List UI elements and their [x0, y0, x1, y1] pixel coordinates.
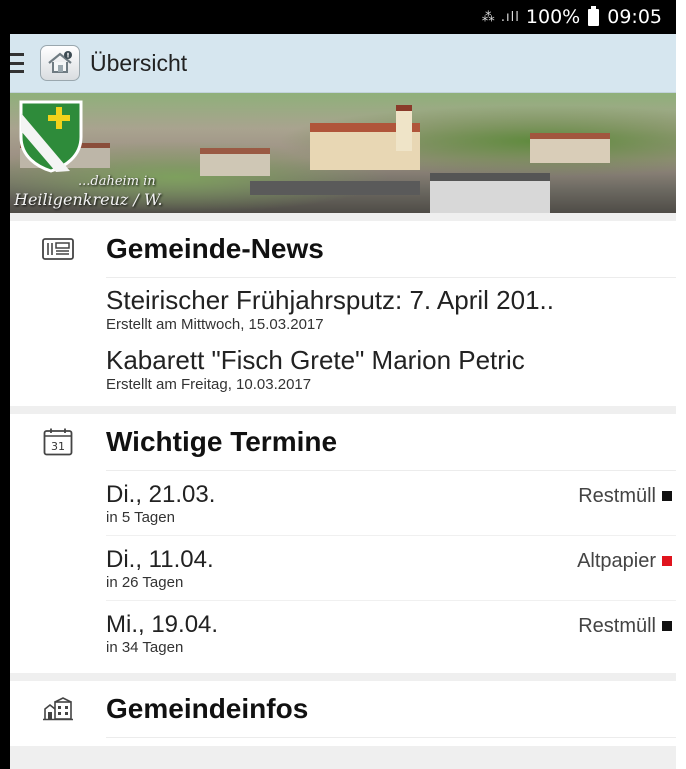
banner-caption: ...daheim in Heiligenkreuz / W. [14, 174, 163, 209]
termine-section-title: Wichtige Termine [106, 426, 338, 457]
home-button[interactable] [40, 45, 80, 81]
page-title: Übersicht [90, 49, 188, 76]
waste-color-marker [662, 491, 672, 501]
termin-type: Restmüll [578, 485, 656, 507]
battery-icon [588, 5, 600, 26]
termine-card: 31 Wichtige Termine Di., 21.03. in 5 Tag… [10, 414, 676, 673]
infos-card: Gemeindeinfos [10, 681, 676, 746]
app-bar: Übersicht [10, 34, 676, 93]
clock: 09:05 [607, 6, 662, 28]
screen-frame-right [676, 0, 686, 769]
signal-icon: ⁂ .ıll [481, 9, 520, 25]
termin-relative: in 5 Tagen [106, 509, 175, 526]
status-bar: ⁂ .ıll 100% 09:05 [10, 0, 676, 34]
termin-relative: in 26 Tagen [106, 574, 184, 591]
newspaper-icon [42, 238, 74, 260]
termin-relative: in 34 Tagen [106, 639, 184, 656]
calendar-icon: 31 [43, 428, 73, 456]
termin-date: Di., 11.04. [106, 546, 214, 573]
home-icon [48, 51, 72, 73]
news-item-date: Erstellt am Freitag, 10.03.2017 [106, 376, 312, 393]
coat-of-arms-icon [19, 100, 83, 173]
calendar-day: 31 [51, 440, 65, 453]
termin-item[interactable]: Di., 21.03. in 5 Tagen Restmüll [106, 471, 676, 536]
waste-color-marker [662, 621, 672, 631]
termin-date: Di., 21.03. [106, 481, 216, 508]
screen-frame-left [0, 0, 10, 769]
news-item-title: Steirischer Frühjahrsputz: 7. April 201.… [106, 285, 554, 315]
termin-type: Altpapier [577, 550, 656, 572]
news-item[interactable]: Steirischer Frühjahrsputz: 7. April 201.… [106, 278, 676, 338]
news-section-title: Gemeinde-News [106, 233, 324, 264]
app-screen: ⁂ .ıll 100% 09:05 Übersicht ...daheim in… [10, 0, 676, 769]
news-item-date: Erstellt am Mittwoch, 15.03.2017 [106, 316, 324, 333]
news-item[interactable]: Kabarett "Fisch Grete" Marion Petric Ers… [106, 338, 676, 398]
header-banner-image: ...daheim in Heiligenkreuz / W. [10, 93, 676, 213]
termin-item[interactable]: Mi., 19.04. in 34 Tagen Restmüll [106, 601, 676, 665]
news-item-title: Kabarett "Fisch Grete" Marion Petric [106, 345, 525, 375]
menu-icon[interactable] [10, 53, 32, 73]
news-card: Gemeinde-News Steirischer Frühjahrsputz:… [10, 221, 676, 406]
town-hall-icon [43, 697, 73, 721]
battery-percent: 100% [525, 6, 581, 28]
infos-section-title[interactable]: Gemeindeinfos [106, 693, 308, 725]
termin-item[interactable]: Di., 11.04. in 26 Tagen Altpapier [106, 536, 676, 601]
termin-type: Restmüll [578, 615, 656, 637]
termin-date: Mi., 19.04. [106, 611, 219, 638]
waste-color-marker [662, 556, 672, 566]
